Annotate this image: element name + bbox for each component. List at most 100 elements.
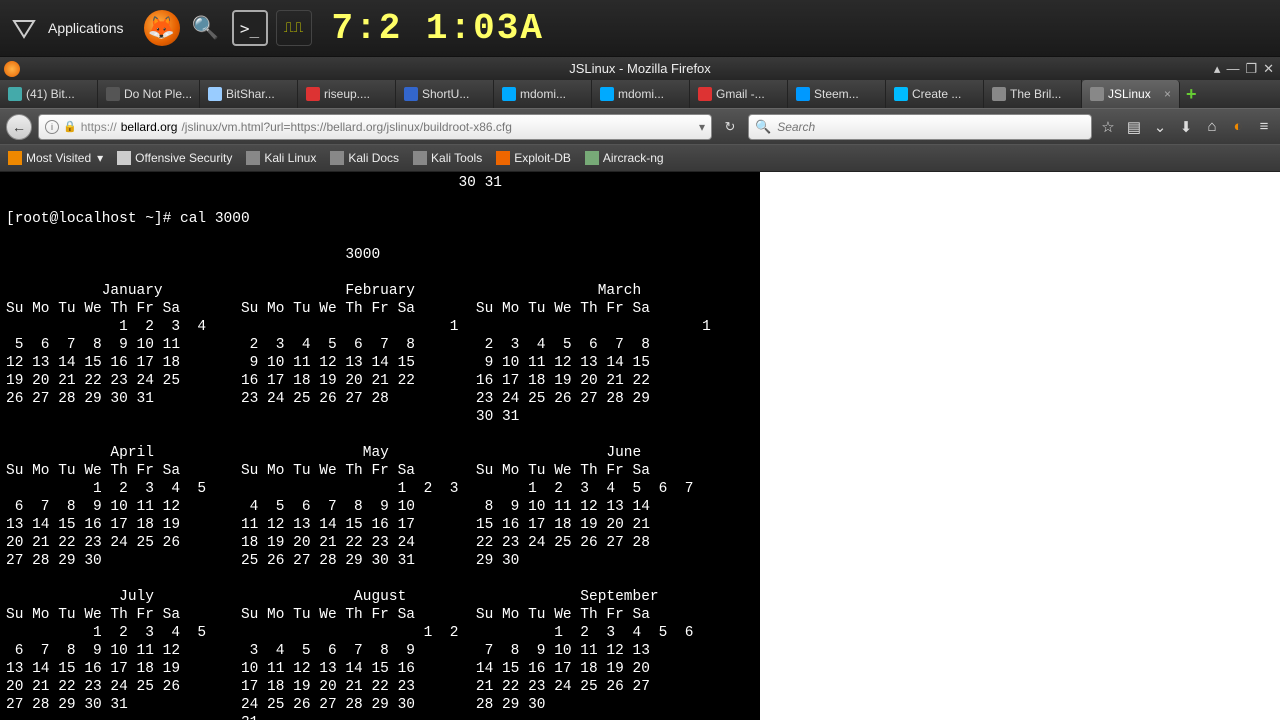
tab[interactable]: Create ... — [886, 80, 984, 108]
reload-button[interactable]: ↻ — [718, 115, 742, 139]
favicon-icon — [106, 87, 120, 101]
tab-label: (41) Bit... — [26, 87, 75, 101]
tab-label: Gmail -... — [716, 87, 765, 101]
bookmark-icon — [117, 151, 131, 165]
bookmark-item[interactable]: Kali Docs — [330, 151, 399, 165]
bookmark-label: Kali Docs — [348, 151, 399, 165]
tab-label: mdomi... — [520, 87, 566, 101]
window-titlebar: JSLinux - Mozilla Firefox ▴ — ❐ ✕ — [0, 56, 1280, 80]
favicon-icon — [8, 87, 22, 101]
bookmark-label: Kali Tools — [431, 151, 482, 165]
bookmark-icon — [8, 151, 22, 165]
bookmark-label: Most Visited — [26, 151, 91, 165]
tab[interactable]: mdomi... — [494, 80, 592, 108]
favicon-icon — [502, 87, 516, 101]
terminal-launcher-icon[interactable]: >_ — [232, 10, 268, 46]
downloads-icon[interactable]: ⬇ — [1176, 117, 1196, 137]
url-dropdown-icon[interactable]: ▾ — [699, 120, 705, 134]
tab-label: mdomi... — [618, 87, 664, 101]
bookmarks-toolbar: Most Visited ▾ Offensive Security Kali Linu… — [0, 144, 1280, 172]
clock: 7:2 1:03A — [332, 8, 544, 49]
page-whitespace — [760, 172, 1280, 720]
favicon-icon — [698, 87, 712, 101]
page-content: 30 31 [root@localhost ~]# cal 3000 3000 … — [0, 172, 1280, 720]
bookmark-item[interactable]: Kali Linux — [246, 151, 316, 165]
tab[interactable]: JSLinux × — [1082, 80, 1180, 108]
tab-label: The Bril... — [1010, 87, 1061, 101]
terminal-output[interactable]: 30 31 [root@localhost ~]# cal 3000 3000 … — [0, 172, 760, 720]
desktop-taskbar: Applications 🦊 🔍 >_ ⎍⎍ 7:2 1:03A — [0, 0, 1280, 56]
favicon-icon — [404, 87, 418, 101]
firefox-window-icon — [4, 61, 20, 77]
app-launcher-icon[interactable]: ⎍⎍ — [276, 10, 312, 46]
firefox-launcher-icon[interactable]: 🦊 — [144, 10, 180, 46]
lock-icon: 🔒 — [63, 120, 77, 133]
tab[interactable]: Gmail -... — [690, 80, 788, 108]
site-info-icon[interactable]: i — [45, 120, 59, 134]
bookmark-label: Exploit-DB — [514, 151, 571, 165]
tab-label: Steem... — [814, 87, 859, 101]
favicon-icon — [208, 87, 222, 101]
bookmark-item[interactable]: Most Visited ▾ — [8, 151, 103, 165]
bookmark-item[interactable]: Aircrack-ng — [585, 151, 664, 165]
tab-label: Create ... — [912, 87, 961, 101]
favicon-icon — [306, 87, 320, 101]
hamburger-menu-icon[interactable]: ≡ — [1254, 117, 1274, 137]
url-bar[interactable]: i 🔒 https:// bellard.org/jslinux/vm.html?… — [38, 114, 712, 140]
bookmark-item[interactable]: Offensive Security — [117, 151, 232, 165]
search-icon: 🔍 — [755, 119, 771, 135]
tab[interactable]: Steem... — [788, 80, 886, 108]
tab[interactable]: Do Not Ple... — [98, 80, 200, 108]
window-title: JSLinux - Mozilla Firefox — [569, 61, 711, 76]
bookmark-icon — [585, 151, 599, 165]
window-maximize-icon[interactable]: ❐ — [1245, 61, 1257, 77]
pocket-icon[interactable]: ⌄ — [1150, 117, 1170, 137]
bookmark-label: Offensive Security — [135, 151, 232, 165]
window-close-icon[interactable]: ✕ — [1263, 61, 1274, 77]
tab-label: JSLinux — [1108, 87, 1151, 101]
tab[interactable]: The Bril... — [984, 80, 1082, 108]
bookmark-item[interactable]: Exploit-DB — [496, 151, 571, 165]
url-path: /jslinux/vm.html?url=https://bellard.org… — [181, 120, 695, 134]
url-host: bellard.org — [121, 120, 178, 134]
bookmark-item[interactable]: Kali Tools — [413, 151, 482, 165]
bookmark-icon — [413, 151, 427, 165]
chevron-down-icon: ▾ — [97, 151, 103, 165]
tab[interactable]: riseup.... — [298, 80, 396, 108]
search-launcher-icon[interactable]: 🔍 — [188, 10, 224, 46]
system-menu-icon[interactable] — [8, 12, 40, 44]
window-up-icon[interactable]: ▴ — [1214, 61, 1221, 77]
tab[interactable]: mdomi... — [592, 80, 690, 108]
bookmark-icon — [330, 151, 344, 165]
url-prefix: https:// — [81, 120, 117, 134]
tab-label: Do Not Ple... — [124, 87, 192, 101]
tab[interactable]: BitShar... — [200, 80, 298, 108]
tab-label: BitShar... — [226, 87, 275, 101]
search-bar[interactable]: 🔍 — [748, 114, 1092, 140]
tab-bar: (41) Bit... Do Not Ple... BitShar... riseup… — [0, 80, 1280, 108]
search-input[interactable] — [777, 120, 1085, 134]
favicon-icon — [796, 87, 810, 101]
new-tab-button[interactable]: + — [1180, 80, 1203, 108]
tab-label: riseup.... — [324, 87, 370, 101]
favicon-icon — [992, 87, 1006, 101]
bookmark-label: Aircrack-ng — [603, 151, 664, 165]
bookmark-icon — [246, 151, 260, 165]
favicon-icon — [600, 87, 614, 101]
applications-menu[interactable]: Applications — [48, 20, 124, 36]
tab[interactable]: (41) Bit... — [0, 80, 98, 108]
tab[interactable]: ShortU... — [396, 80, 494, 108]
window-minimize-icon[interactable]: — — [1226, 61, 1239, 77]
back-button[interactable]: ← — [6, 114, 32, 140]
favicon-icon — [894, 87, 908, 101]
nav-toolbar: ← i 🔒 https:// bellard.org/jslinux/vm.htm… — [0, 108, 1280, 144]
reader-icon[interactable]: ▤ — [1124, 117, 1144, 137]
home-icon[interactable]: ⌂ — [1202, 117, 1222, 137]
tab-label: ShortU... — [422, 87, 469, 101]
favicon-icon — [1090, 87, 1104, 101]
tab-close-icon[interactable]: × — [1164, 87, 1171, 101]
bookmark-star-icon[interactable]: ☆ — [1098, 117, 1118, 137]
bookmark-icon — [496, 151, 510, 165]
addon-icon[interactable]: ◐ — [1228, 117, 1248, 137]
bookmark-label: Kali Linux — [264, 151, 316, 165]
